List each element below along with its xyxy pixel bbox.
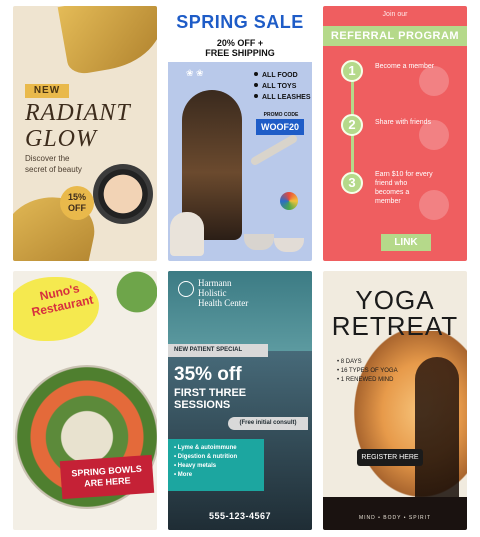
referral-heading: REFERRAL PROGRAM [323,26,467,46]
card1-title: RADIANT GLOW [25,100,155,152]
list-item: 8 DAYS [337,358,398,367]
yoga-silhouette-image [415,357,459,507]
card-nunos-restaurant[interactable]: Nuno's Restaurant SPRING BOWLS ARE HERE [13,271,157,530]
brand-line2: Holistic [198,288,227,298]
brand-line1: Harmann [198,278,232,288]
new-patient-tag: NEW PATIENT SPECIAL [168,344,268,357]
list-item: ALL FOOD [254,70,311,81]
card2-subtitle-line1: 20% OFF + [216,38,264,48]
card-radiant-glow[interactable]: NEW RADIANT GLOW Discover the secret of … [13,6,157,261]
yoga-title-line1: YOGA [355,285,435,315]
sessions-line2: SESSIONS [174,399,231,411]
paw-icon: ❀ ❀ [186,68,204,78]
card2-item-list: ALL FOOD ALL TOYS ALL LEASHES [254,70,311,103]
badge-line1: 15% [67,192,86,202]
list-item: Digestion & nutrition [174,453,258,462]
yoga-footer: MIND • BODY • SPIRIT [358,515,432,521]
yoga-title-line2: RETREAT [331,311,459,341]
check-icon [419,66,449,96]
discount-headline: 35% off [174,364,242,385]
yoga-features-list: 8 DAYS 16 TYPES OF YOGA 1 RENEWED MIND [337,358,398,385]
card1-title-line1: RADIANT [25,100,131,126]
brand-line3: Health Center [198,298,249,308]
money-bag-icon [419,190,449,220]
card2-subtitle-line2: FREE SHIPPING [205,48,275,58]
list-item: ALL LEASHES [254,92,311,103]
spring-bowls-banner: SPRING BOWLS ARE HERE [59,454,155,500]
link-button[interactable]: LINK [381,234,431,251]
ground-strip [323,497,467,530]
list-item: Lyme & autoimmune [174,444,258,453]
yoga-title: YOGA RETREAT [323,287,467,339]
card-holistic-health[interactable]: Harmann Holistic Health Center NEW PATIE… [168,271,312,530]
card2-title: SPRING SALE [176,12,304,32]
step-number: 3 [341,172,363,194]
sessions-line1: FIRST THREE [174,387,247,399]
join-text: Join our [382,11,408,18]
gold-brush-top [57,6,157,77]
list-item: More [174,471,258,480]
list-item: 16 TYPES OF YOGA [337,367,398,376]
brand-name: Harmann Holistic Health Center [198,278,298,308]
card2-subtitle: 20% OFF + FREE SHIPPING [168,38,312,58]
step-number: 2 [341,114,363,136]
ball-toy-icon [280,192,298,210]
promo-code: WOOF20 [256,119,304,135]
list-item: Heavy metals [174,462,258,471]
compact-powder-image [93,164,153,224]
puppy-image [170,212,204,256]
list-item: ALL TOYS [254,81,311,92]
template-grid: NEW RADIANT GLOW Discover the secret of … [0,0,480,537]
card1-subtitle-line1: Discover the [25,154,70,163]
promo-label: PROMO CODE [263,112,299,118]
phone-number[interactable]: 555-123-4567 [168,511,312,521]
sessions-text: FIRST THREE SESSIONS [174,387,304,411]
card-yoga-retreat[interactable]: YOGA RETREAT 8 DAYS 16 TYPES OF YOGA 1 R… [323,271,467,530]
step-number: 1 [341,60,363,82]
services-list: Lyme & autoimmune Digestion & nutrition … [168,439,264,491]
discount-badge: 15% OFF [60,186,94,220]
card1-title-line2: GLOW [25,126,98,152]
new-tag: NEW [25,84,69,98]
card-referral-program[interactable]: Join our REFERRAL PROGRAM 1 Become a mem… [323,6,467,261]
register-button[interactable]: REGISTER HERE [357,449,423,466]
herb-leaves-image [107,271,157,341]
free-consult-tag: (Free initial consult) [228,417,308,430]
card-spring-sale[interactable]: SPRING SALE 20% OFF + FREE SHIPPING ❀ ❀ … [168,6,312,261]
badge-line2: OFF [68,203,86,213]
lotus-logo-icon [178,281,194,297]
list-item: 1 RENEWED MIND [337,376,398,385]
people-icon [419,120,449,150]
